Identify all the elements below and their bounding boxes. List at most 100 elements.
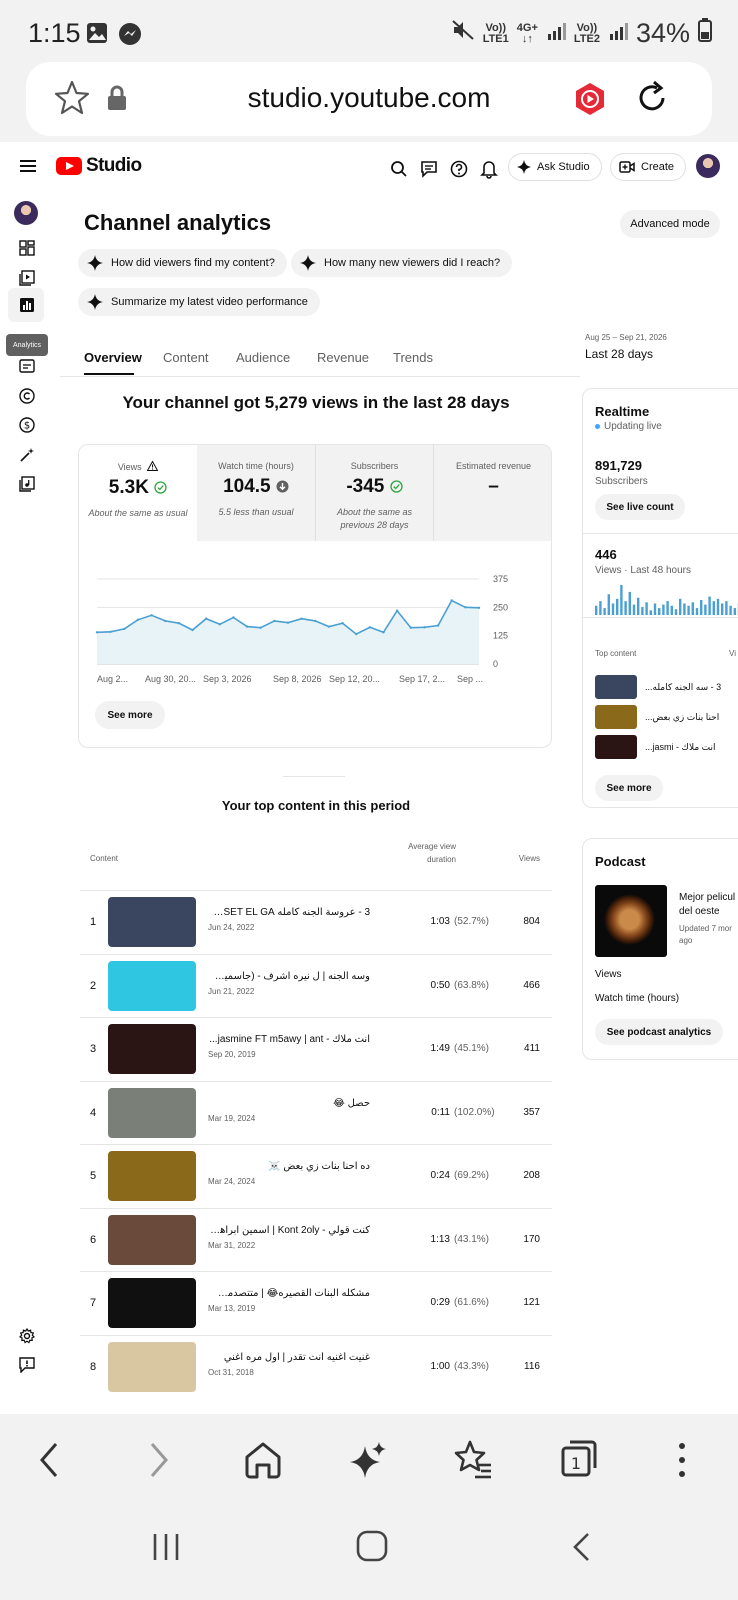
chart-point[interactable] <box>150 614 153 617</box>
realtime-bar[interactable] <box>725 601 728 615</box>
realtime-bar[interactable] <box>674 609 678 615</box>
video-thumbnail[interactable] <box>108 1278 196 1328</box>
realtime-bar[interactable] <box>599 601 602 615</box>
notifications-icon[interactable] <box>480 159 498 184</box>
table-row[interactable]: 6 كنت قولي - Kont 2oly | اسمين ابراهيم...… <box>80 1207 552 1271</box>
chart-point[interactable] <box>355 632 358 636</box>
system-back-icon[interactable] <box>570 1532 592 1567</box>
realtime-bar[interactable] <box>666 601 669 615</box>
video-thumbnail[interactable] <box>108 1087 196 1138</box>
chart-point[interactable] <box>204 617 208 620</box>
table-row[interactable]: 2 وسه الجنه | ل نيره اشرف - (جاسمين ابرا.… <box>80 953 552 1017</box>
realtime-bar-chart[interactable] <box>595 581 738 615</box>
see-more-button[interactable]: See more <box>95 701 165 729</box>
earn-icon[interactable]: $ <box>14 412 40 438</box>
home-icon[interactable] <box>244 1440 282 1485</box>
forward-icon[interactable] <box>142 1440 174 1485</box>
chart-point[interactable] <box>436 624 440 627</box>
subtitles-icon[interactable] <box>14 353 40 379</box>
podcast-thumbnail[interactable] <box>595 885 667 957</box>
chart-point[interactable] <box>273 619 276 623</box>
studio-logo[interactable]: Studio <box>56 155 142 177</box>
realtime-list-item[interactable]: احنا بنات زي بعض... <box>595 705 738 731</box>
chart-point[interactable] <box>314 619 317 623</box>
chart-point[interactable] <box>477 606 481 609</box>
address-bar[interactable]: studio.youtube.com <box>26 62 712 136</box>
video-title[interactable]: مشكله البنات القصيره😂 | متتصدمش اما... <box>208 1288 370 1299</box>
video-thumbnail[interactable] <box>108 960 196 1011</box>
video-thumbnail[interactable] <box>108 1024 196 1074</box>
realtime-bar[interactable] <box>620 585 623 615</box>
chart-point[interactable] <box>191 628 194 632</box>
realtime-bar[interactable] <box>704 604 707 615</box>
home-button-icon[interactable] <box>356 1530 388 1567</box>
settings-icon[interactable] <box>14 1323 40 1349</box>
table-row[interactable]: 7 مشكله البنات القصيره😂 | متتصدمش اما... M… <box>80 1271 552 1334</box>
ai-sparkle-icon[interactable] <box>350 1440 388 1485</box>
realtime-bar[interactable] <box>700 600 703 615</box>
table-row[interactable]: 1 3 - عروسة الجنه كامله AROSET EL GA... Ju… <box>80 890 552 953</box>
advanced-mode-button[interactable]: Advanced mode <box>620 210 720 238</box>
chart-point[interactable] <box>341 622 344 625</box>
chart-point[interactable] <box>300 617 303 620</box>
table-row[interactable]: 8 غنيت أغنيه أنت تقدر | اول مره اغني Oct 3… <box>80 1334 552 1398</box>
podcast-name[interactable]: Mejor pelicul del oeste <box>679 891 735 919</box>
help-icon[interactable] <box>450 160 468 183</box>
chart-point[interactable] <box>95 631 99 634</box>
table-row[interactable]: 3 انت ملاك - jasmine FT m5awy | ant... Sep… <box>80 1017 552 1080</box>
bookmarks-icon[interactable] <box>453 1438 493 1485</box>
tab-revenue[interactable]: Revenue <box>317 350 369 365</box>
views-chart[interactable]: 375 250 125 0 Aug 2... Aug 30, 20... Sep 3, 20… <box>79 569 552 689</box>
metric-watch-time[interactable]: Watch time (hours) 104.5 5.5 less than u… <box>197 445 315 541</box>
chart-point[interactable] <box>409 626 412 629</box>
table-row[interactable]: 4 حصل 😂 Mar 19, 2024 0:11 (102.0%) 357 <box>80 1080 552 1144</box>
recent-apps-icon[interactable] <box>150 1532 182 1567</box>
chart-point[interactable] <box>136 618 140 621</box>
comments-icon[interactable] <box>420 160 438 183</box>
metric-subscribers[interactable]: Subscribers -345 About the same as previ… <box>315 445 433 541</box>
realtime-bar[interactable] <box>595 605 598 615</box>
suggestion-chip-2[interactable]: How many new viewers did I reach? <box>291 249 513 277</box>
youtube-studio-app-icon[interactable] <box>574 82 606 121</box>
video-title[interactable]: كنت قولي - Kont 2oly | اسمين ابراهيم... <box>208 1225 370 1236</box>
date-range-dates[interactable]: Aug 25 – Sep 21, 2026 <box>585 333 667 342</box>
realtime-list-item[interactable]: انت ملاك - jasmi... <box>595 735 738 761</box>
suggestion-chip-1[interactable]: How did viewers find my content? <box>78 249 287 277</box>
realtime-bar[interactable] <box>691 602 694 615</box>
tab-audience[interactable]: Audience <box>236 350 290 365</box>
chart-point[interactable] <box>259 626 262 629</box>
chart-point[interactable] <box>164 619 167 623</box>
chart-point[interactable] <box>177 622 181 625</box>
realtime-bar[interactable] <box>733 608 736 615</box>
video-thumbnail[interactable] <box>108 1151 196 1201</box>
realtime-bar[interactable] <box>712 601 715 615</box>
video-title[interactable]: وسه الجنه | ل نيره اشرف - (جاسمين ابرا..… <box>208 971 370 982</box>
realtime-bar[interactable] <box>729 605 732 615</box>
realtime-bar[interactable] <box>658 608 661 615</box>
video-title[interactable]: ده احنا بنات زي بعض ☠️ <box>208 1161 370 1172</box>
realtime-list-item[interactable]: 3 - سه الجنه كامله... <box>595 675 738 701</box>
chart-point[interactable] <box>232 616 235 619</box>
tabs-icon[interactable]: 1 <box>560 1438 598 1483</box>
realtime-bar[interactable] <box>679 598 682 615</box>
tab-trends[interactable]: Trends <box>393 350 433 365</box>
chart-point[interactable] <box>109 630 112 633</box>
copyright-icon[interactable] <box>14 383 40 409</box>
create-button[interactable]: Create <box>610 153 687 181</box>
chart-point[interactable] <box>368 626 372 629</box>
realtime-bar[interactable] <box>616 598 619 615</box>
chart-point[interactable] <box>450 599 453 602</box>
realtime-bar[interactable] <box>721 603 724 615</box>
realtime-bar[interactable] <box>611 603 615 615</box>
customization-icon[interactable] <box>14 442 40 468</box>
realtime-bar[interactable] <box>624 601 627 615</box>
realtime-bar[interactable] <box>649 610 652 615</box>
realtime-bar[interactable] <box>628 591 631 615</box>
chart-point[interactable] <box>382 631 385 634</box>
menu-icon[interactable] <box>20 159 36 178</box>
video-title[interactable]: حصل 😂 <box>208 1098 370 1109</box>
realtime-bar[interactable] <box>708 596 711 615</box>
realtime-bar[interactable] <box>670 605 673 615</box>
realtime-bar[interactable] <box>653 603 657 615</box>
tab-overview[interactable]: Overview <box>84 350 142 365</box>
